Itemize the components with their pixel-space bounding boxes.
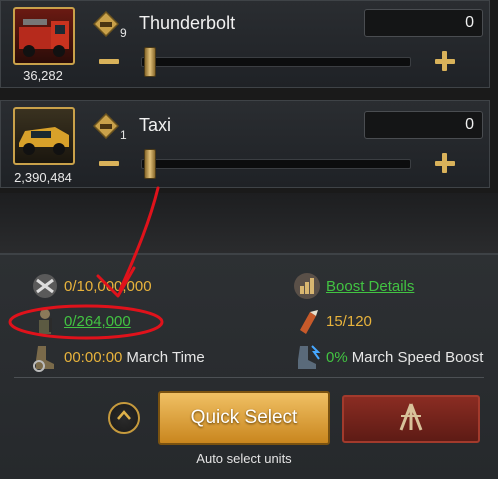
auto-select-label: Auto select units xyxy=(196,451,292,466)
quantity-input[interactable]: 0 xyxy=(364,111,483,139)
background-strip xyxy=(0,193,498,253)
collapse-chevron-icon xyxy=(116,409,132,428)
march-speed-stat: 0% March Speed Boost xyxy=(292,342,483,372)
tier-number: 1 xyxy=(120,128,127,142)
truck-icon xyxy=(13,7,75,65)
divider xyxy=(14,377,484,378)
tier-badge-icon xyxy=(92,112,120,140)
decrease-button[interactable] xyxy=(99,59,119,64)
march-speed-value: 0% xyxy=(326,348,348,366)
decrease-button[interactable] xyxy=(99,161,119,166)
soldier-icon xyxy=(30,306,60,336)
increase-button-vertical[interactable] xyxy=(442,51,447,71)
quick-select-button[interactable]: Quick Select xyxy=(158,391,330,445)
load-stat: 0/10,000,000 xyxy=(30,271,152,301)
tier-number: 9 xyxy=(120,26,127,40)
squads-value: 15/120 xyxy=(326,312,372,330)
taxi-icon xyxy=(13,107,75,165)
boost-details-stat: Boost Details xyxy=(292,271,414,301)
quantity-slider[interactable] xyxy=(141,159,411,169)
slider-handle[interactable] xyxy=(144,149,156,179)
load-value: 0/10,000,000 xyxy=(64,277,152,295)
boost-details-link[interactable]: Boost Details xyxy=(326,278,414,295)
unit-card-thunderbolt: 36,282 9 Thunderbolt 0 xyxy=(0,0,490,88)
boots-icon xyxy=(30,342,60,372)
load-icon xyxy=(30,271,60,301)
march-time-stat: 00:00:00 March Time xyxy=(30,342,205,372)
march-speed-label: March Speed Boost xyxy=(351,348,484,366)
ammo-icon xyxy=(292,306,322,336)
increase-button-vertical[interactable] xyxy=(442,153,447,173)
squads-stat: 15/120 xyxy=(292,306,372,336)
unit-card-taxi: 2,390,484 1 Taxi 0 xyxy=(0,100,490,188)
march-time-value: 00:00:00 xyxy=(64,348,123,366)
unit-count: 36,282 xyxy=(23,68,63,83)
quantity-slider[interactable] xyxy=(141,57,411,67)
unit-name: Thunderbolt xyxy=(139,13,236,33)
troops-value[interactable]: 0/264,000 xyxy=(64,313,131,330)
collapse-button[interactable] xyxy=(108,402,140,434)
slider-handle[interactable] xyxy=(144,47,156,77)
troops-stat: 0/264,000 xyxy=(30,306,131,336)
boost-details-icon xyxy=(292,271,322,301)
unit-name: Taxi xyxy=(139,115,172,135)
speed-boots-icon xyxy=(292,342,322,372)
quantity-input[interactable]: 0 xyxy=(364,9,483,37)
unit-count: 2,390,484 xyxy=(14,170,72,185)
march-icon xyxy=(391,400,431,439)
march-time-label: March Time xyxy=(126,348,205,366)
march-button[interactable] xyxy=(342,395,480,443)
tier-badge-icon xyxy=(92,10,120,38)
